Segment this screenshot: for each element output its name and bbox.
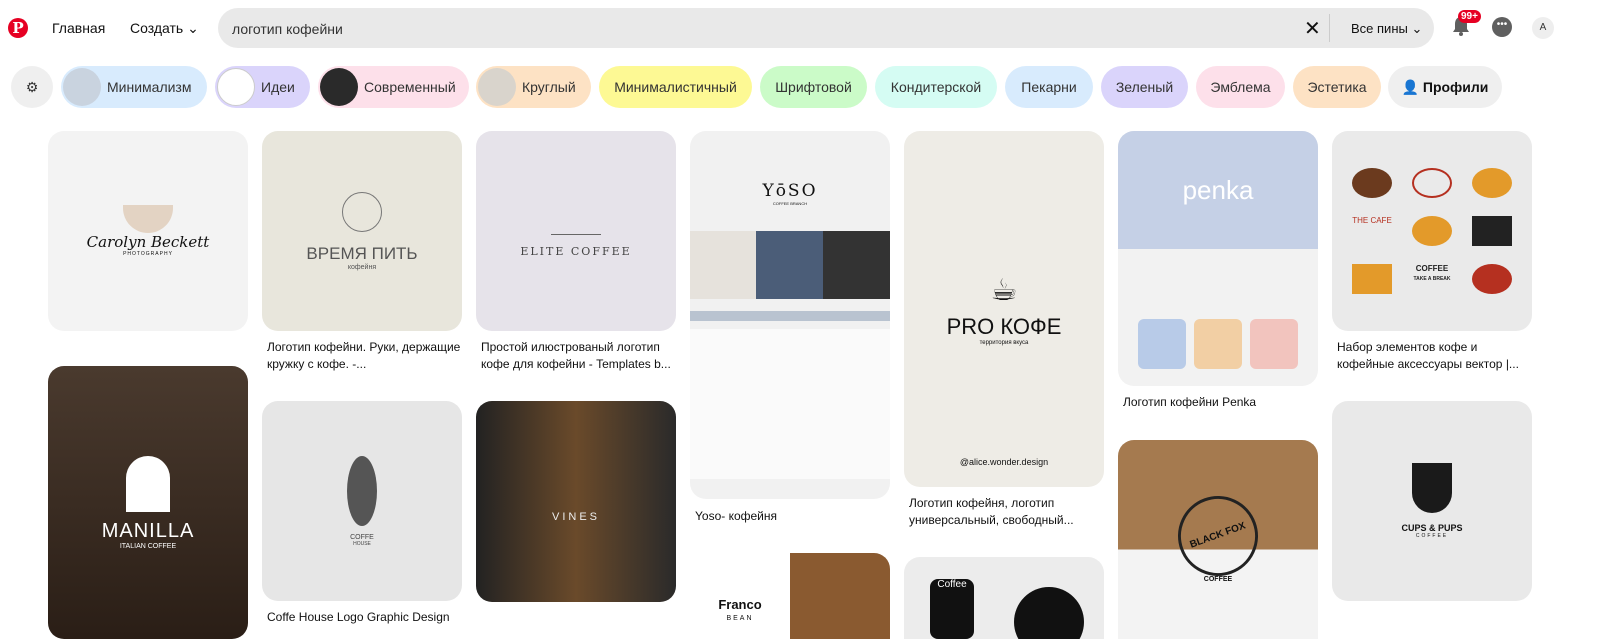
chip-5[interactable]: Шрифтовой — [760, 66, 867, 108]
avatar[interactable]: А — [1532, 17, 1554, 39]
chip-2[interactable]: Современный — [318, 66, 469, 108]
search-input[interactable]: логотип кофейни — [232, 21, 343, 37]
search-bar[interactable]: логотип кофейни ✕ Все пины ⌄ — [218, 8, 1434, 48]
chip-7[interactable]: Пекарни — [1005, 66, 1093, 108]
pin-logo-text: COFFE — [350, 533, 374, 541]
scope-dropdown[interactable]: Все пины ⌄ — [1351, 21, 1422, 37]
chevron-down-icon: ⌄ — [187, 20, 199, 36]
pin-graphic — [1138, 319, 1298, 369]
pin-graphic: THE CAFE COFFEE TAKE A BREAK — [1352, 168, 1512, 294]
chip-thumbnail — [63, 68, 101, 106]
pin-logo-text: YōSO — [762, 181, 818, 201]
chip-11[interactable]: 👤 Профили — [1388, 66, 1502, 108]
pin-card[interactable]: CUPS & PUPS COFFEE — [1332, 401, 1532, 601]
pin-logo-text: Franco — [718, 597, 762, 612]
nav-create[interactable]: Создать ⌄ — [130, 20, 199, 37]
pin-graphic — [347, 455, 377, 526]
pinterest-logo[interactable]: P — [8, 18, 28, 38]
pin-logo-sub: BEAN — [726, 615, 754, 622]
pin-card[interactable]: penka — [1118, 131, 1318, 386]
chip-label: Круглый — [522, 79, 576, 95]
pin-logo-text: MANILLA — [101, 519, 195, 542]
chip-4[interactable]: Минималистичный — [599, 66, 752, 108]
pin-graphic — [1014, 587, 1084, 639]
create-label: Создать — [130, 20, 184, 36]
pin-logo-text: ELITE COFFEE — [520, 244, 632, 258]
chip-label: Профили — [1422, 79, 1489, 95]
pin-card[interactable]: THE CAFE COFFEE TAKE A BREAK — [1332, 131, 1532, 331]
pin-card[interactable]: MANILLA ITALIAN COFFEE — [48, 366, 248, 639]
pin-caption[interactable]: Yoso- кофейня — [690, 508, 890, 525]
top-bar: P Главная Создать ⌄ логотип кофейни ✕ Вс… — [0, 0, 1600, 58]
pin-graphic — [123, 205, 173, 233]
pin-card[interactable]: ☕ PRO КОФЕ территория вкуса @alice.wonder.d… — [904, 131, 1104, 487]
pin-logo-sub: кофейня — [347, 263, 377, 271]
pin-logo-text: Carolyn Beckett — [86, 233, 210, 251]
pin-logo-sub: TAKE A BREAK — [1413, 276, 1451, 282]
pin-logo-sub: PHOTOGRAPHY — [123, 251, 173, 257]
pin-logo-sub: территория вкуса — [979, 339, 1029, 346]
nav-home[interactable]: Главная — [52, 20, 105, 36]
filters-icon[interactable]: ⚙ — [11, 66, 53, 108]
pin-logo-sub: HOUSE — [353, 540, 371, 547]
pin-graphic — [551, 205, 601, 235]
scope-label: Все пины — [1351, 21, 1408, 36]
chip-label: Современный — [364, 79, 456, 95]
person-icon: 👤 — [1401, 79, 1419, 95]
pin-logo-sub: COFFEE — [1203, 576, 1233, 583]
pin-card[interactable]: Carolyn Beckett PHOTOGRAPHY — [48, 131, 248, 331]
chip-6[interactable]: Кондитерской — [875, 66, 997, 108]
coffee-cup-icon: ☕ — [990, 273, 1018, 307]
pin-logo-sub: COFFEE — [1415, 533, 1449, 539]
chip-0[interactable]: Минимализм — [61, 66, 207, 108]
chip-1[interactable]: Идеи — [215, 66, 310, 108]
pin-caption[interactable]: Простой илюстрованый логотип кофе для ко… — [476, 339, 676, 373]
pin-caption[interactable]: Coffe House Logo Graphic Design — [262, 609, 462, 626]
notification-badge: 99+ — [1458, 10, 1481, 23]
chip-thumbnail — [478, 68, 516, 106]
chip-label: Минимализм — [107, 79, 192, 95]
pin-caption[interactable]: Логотип кофейни. Руки, держащие кружку с… — [262, 339, 462, 373]
pin-graphic — [126, 455, 170, 512]
chip-8[interactable]: Зеленый — [1101, 66, 1188, 108]
pin-caption[interactable]: Логотип кофейни Penka — [1118, 394, 1318, 411]
pin-card[interactable]: ELITE COFFEE — [476, 131, 676, 331]
pin-credit: @alice.wonder.design — [959, 457, 1049, 467]
pin-logo-text: VINES — [551, 510, 600, 523]
close-icon[interactable]: ✕ — [1304, 16, 1321, 41]
pin-logo-text: PRO КОФЕ — [946, 313, 1062, 339]
pin-logo-text: ВРЕМЯ ПИТЬ — [306, 243, 418, 263]
pin-graphic — [690, 231, 890, 299]
pin-logo-text: CUPS & PUPS — [1401, 523, 1463, 533]
pin-logo-text: penka — [1118, 131, 1318, 249]
pin-graphic — [342, 191, 382, 232]
chip-9[interactable]: Эмблема — [1196, 66, 1285, 108]
chip-10[interactable]: Эстетика — [1293, 66, 1381, 108]
divider — [1329, 14, 1330, 42]
chat-icon[interactable]: ••• — [1492, 17, 1512, 37]
deer-cup-icon — [1412, 463, 1452, 513]
pin-card[interactable]: Franco BEAN — [690, 553, 890, 639]
pin-card[interactable]: YōSO COFFEE BRANCH — [690, 131, 890, 499]
chip-thumbnail — [320, 68, 358, 106]
pin-logo-text: COFFEE — [1415, 264, 1449, 273]
pin-logo-text: Coffee — [930, 579, 974, 639]
pin-card[interactable]: VINES — [476, 401, 676, 602]
pin-card[interactable]: BLACK FOX COFFEE — [1118, 440, 1318, 639]
pin-caption[interactable]: Логотип кофейня, логотип универсальный, … — [904, 495, 1104, 529]
chip-thumbnail — [217, 68, 255, 106]
pin-logo-sub: COFFEE BRANCH — [772, 201, 808, 206]
pin-card[interactable]: ВРЕМЯ ПИТЬ кофейня — [262, 131, 462, 331]
pin-card[interactable]: Coffee — [904, 557, 1104, 639]
pin-caption[interactable]: Набор элементов кофе и кофейные аксессуа… — [1332, 339, 1532, 373]
pin-logo-sub: ITALIAN COFFEE — [119, 542, 177, 550]
pin-card[interactable]: COFFE HOUSE — [262, 401, 462, 601]
chip-label: Идеи — [261, 79, 295, 95]
chip-3[interactable]: Круглый — [476, 66, 591, 108]
pin-logo-text: BLACK FOX — [1166, 484, 1270, 588]
